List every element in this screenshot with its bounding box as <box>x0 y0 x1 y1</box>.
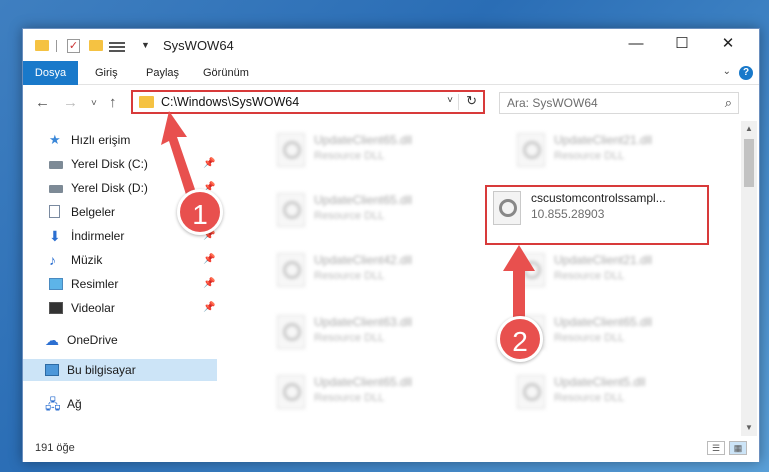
annotation-overlay <box>161 111 535 325</box>
explorer-window: ✓ ▼ SysWOW64 — ☐ ✕ Dosya Giriş Paylaş Gö… <box>22 28 760 462</box>
step-1-badge: 1 <box>177 189 223 235</box>
arrow-2-icon <box>503 245 535 325</box>
step-2-badge: 2 <box>497 316 543 362</box>
